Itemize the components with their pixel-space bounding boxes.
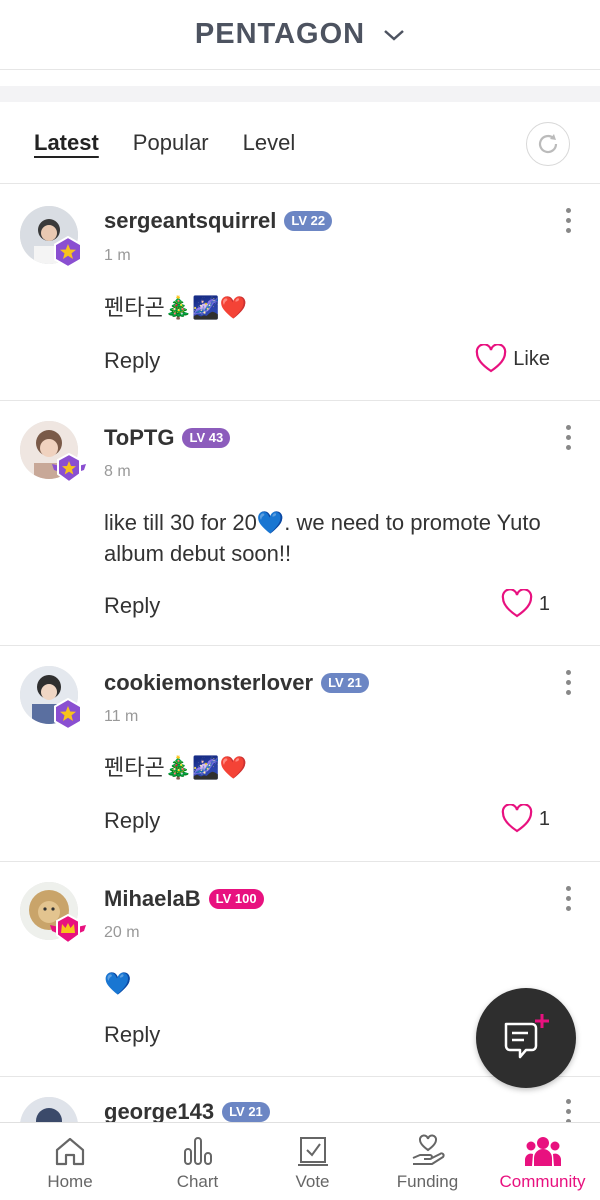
reply-button[interactable]: Reply	[104, 348, 160, 374]
heart-icon	[501, 804, 533, 833]
reply-button[interactable]: Reply	[104, 808, 160, 834]
more-options-icon[interactable]	[564, 1099, 572, 1122]
comment-username-row: cookiemonsterlover LV 21	[104, 670, 369, 696]
level-badge: LV 21	[321, 673, 369, 693]
comment-text: 펜타곤🎄🌌❤️	[104, 755, 247, 780]
nav-label: Chart	[176, 1172, 219, 1191]
home-icon	[53, 1133, 87, 1169]
timestamp: 11 m	[104, 708, 139, 725]
more-options-icon[interactable]	[564, 425, 572, 455]
level-badge: LV 21	[222, 1102, 270, 1122]
comment-item: sergeantsquirrel LV 22 1 m 펜타곤🎄🌌❤️ Reply…	[0, 184, 600, 401]
timestamp: 1 m	[104, 247, 131, 264]
comment-text: 💙	[104, 971, 132, 996]
comment-text: 펜타곤🎄🌌❤️	[104, 295, 247, 320]
heart-icon	[501, 589, 533, 618]
like-button[interactable]: 1	[501, 589, 550, 619]
more-options-icon[interactable]	[564, 670, 572, 700]
star-badge-icon	[54, 236, 82, 268]
refresh-button[interactable]	[526, 122, 570, 166]
comment-username-row: george143 LV 21	[104, 1099, 270, 1122]
write-comment-button[interactable]	[476, 988, 576, 1088]
more-options-icon[interactable]	[564, 886, 572, 916]
timestamp: 8 m	[104, 463, 131, 480]
username[interactable]: george143	[104, 1099, 214, 1122]
username[interactable]: ToPTG	[104, 425, 174, 451]
nav-home[interactable]: Home	[0, 1123, 140, 1200]
comment-username-row: sergeantsquirrel LV 22	[104, 208, 333, 234]
nav-funding[interactable]: Funding	[370, 1123, 485, 1200]
nav-label: Vote	[295, 1172, 330, 1191]
nav-label: Funding	[396, 1172, 459, 1191]
username[interactable]: sergeantsquirrel	[104, 208, 276, 234]
timestamp: 20 m	[104, 924, 140, 941]
like-count: 1	[538, 807, 550, 830]
username[interactable]: cookiemonsterlover	[104, 670, 313, 696]
add-comment-icon	[504, 1014, 549, 1059]
tab-level[interactable]: Level	[243, 130, 296, 156]
chart-icon	[181, 1133, 215, 1169]
bottom-navigation: Home Chart Vote Funding Community	[0, 1122, 600, 1200]
reply-button[interactable]: Reply	[104, 1022, 160, 1048]
vote-icon	[296, 1133, 330, 1169]
reply-button[interactable]: Reply	[104, 593, 160, 619]
comment-username-row: MihaelaB LV 100	[104, 886, 264, 912]
like-label: Like	[513, 347, 550, 370]
like-count: 1	[538, 592, 550, 615]
star-badge-icon	[54, 698, 82, 730]
nav-label: Community	[499, 1172, 586, 1191]
page-title[interactable]: PENTAGON	[195, 18, 365, 51]
funding-icon	[410, 1133, 446, 1169]
level-badge: LV 22	[284, 211, 333, 231]
like-button[interactable]: Like	[475, 344, 550, 374]
comment-item: ToPTG LV 43 8 m like till 30 for 20💙. we…	[0, 401, 600, 646]
comment-username-row: ToPTG LV 43	[104, 425, 231, 451]
tab-latest[interactable]: Latest	[34, 130, 99, 156]
nav-vote[interactable]: Vote	[255, 1123, 370, 1200]
more-options-icon[interactable]	[564, 208, 572, 238]
comment-text: like till 30 for 20💙. we need to promote…	[104, 510, 541, 566]
app-header: PENTAGON	[0, 0, 600, 70]
divider-band	[0, 86, 600, 102]
tab-popular[interactable]: Popular	[133, 130, 209, 156]
crown-badge-icon	[50, 913, 86, 945]
avatar[interactable]	[20, 1097, 78, 1122]
level-badge: LV 43	[182, 428, 231, 448]
like-button[interactable]: 1	[501, 804, 550, 834]
nav-chart[interactable]: Chart	[140, 1123, 255, 1200]
community-icon	[524, 1133, 562, 1169]
nav-community[interactable]: Community	[485, 1123, 600, 1200]
winged-star-badge-icon	[52, 452, 86, 484]
username[interactable]: MihaelaB	[104, 886, 201, 912]
sort-tabs: Latest Popular Level	[0, 102, 600, 184]
heart-icon	[476, 344, 507, 373]
refresh-icon	[538, 134, 558, 154]
level-badge: LV 100	[208, 889, 264, 909]
chevron-down-icon[interactable]	[383, 24, 405, 46]
nav-label: Home	[47, 1172, 93, 1191]
comment-item: cookiemonsterlover LV 21 11 m 펜타곤🎄🌌❤️ Re…	[0, 646, 600, 862]
